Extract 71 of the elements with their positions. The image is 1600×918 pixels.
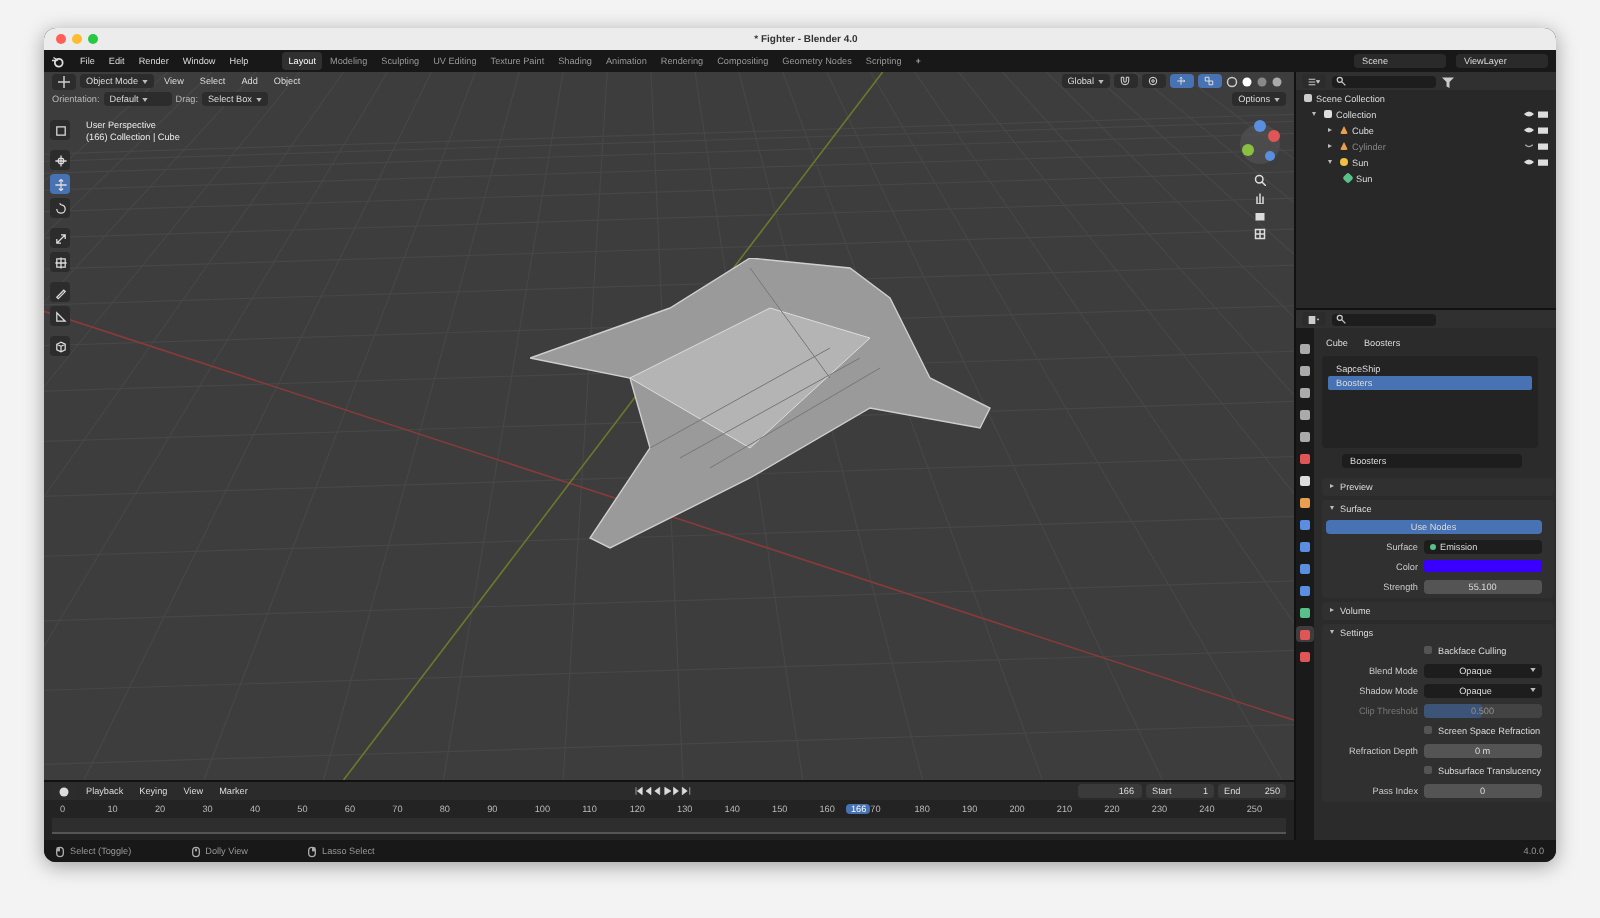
- search-icon: [1336, 314, 1346, 324]
- collection-tab[interactable]: [1296, 472, 1314, 488]
- gizmo-icon: [1176, 76, 1186, 86]
- close-button[interactable]: [56, 34, 66, 44]
- transform-tool-button[interactable]: [50, 252, 70, 272]
- physics-tab[interactable]: [1296, 560, 1314, 576]
- grid-icon[interactable]: [1254, 228, 1266, 240]
- proportional-edit-toggle[interactable]: [1142, 74, 1166, 88]
- hand-icon[interactable]: [1254, 192, 1266, 204]
- display-mode-button[interactable]: [1302, 74, 1326, 88]
- axis-gizmo-icon[interactable]: [1236, 120, 1284, 168]
- measure-tool-button[interactable]: [50, 306, 70, 326]
- data-tab[interactable]: [1296, 604, 1314, 620]
- object-tab[interactable]: [1296, 494, 1314, 510]
- world-tab[interactable]: [1296, 450, 1314, 466]
- mouse-middle-icon: [191, 845, 200, 857]
- proportional-edit-icon: [1148, 76, 1158, 86]
- checkbox[interactable]: [1424, 726, 1432, 734]
- modifiers-tab[interactable]: [1296, 516, 1314, 532]
- mouse-left-icon: [56, 845, 64, 857]
- caret-icon: [1529, 688, 1536, 692]
- color-swatch[interactable]: [1424, 560, 1542, 572]
- render-tab[interactable]: [1296, 362, 1314, 378]
- caret-icon: [255, 97, 262, 101]
- caret-icon: [142, 79, 149, 83]
- closed-eye-icon[interactable]: [1524, 142, 1534, 150]
- constraints-tab[interactable]: [1296, 582, 1314, 598]
- overlay-toggle[interactable]: [1198, 74, 1222, 88]
- particles-tab[interactable]: [1296, 538, 1314, 554]
- mouse-right-icon: [308, 845, 317, 857]
- output-tab[interactable]: [1296, 384, 1314, 400]
- collection-icon: [1324, 110, 1332, 118]
- search-field[interactable]: [1332, 75, 1436, 87]
- eye-icon[interactable]: [1524, 126, 1534, 134]
- expand-arrow-icon[interactable]: [1328, 128, 1332, 132]
- light-icon: [1340, 158, 1348, 166]
- editor-type-button[interactable]: [1302, 312, 1326, 326]
- caret-icon: [1274, 97, 1280, 101]
- add-cube-tool-button[interactable]: [50, 336, 70, 356]
- eye-icon[interactable]: [1524, 158, 1534, 166]
- tool-tab[interactable]: [1296, 340, 1314, 356]
- eye-icon[interactable]: [1524, 110, 1534, 118]
- scale-tool-button[interactable]: [50, 228, 70, 248]
- material-tab[interactable]: [1296, 626, 1314, 642]
- app-logo-icon[interactable]: [52, 55, 64, 67]
- overlay-icon: [1204, 76, 1214, 86]
- caret-icon: [1098, 79, 1104, 83]
- expand-arrow-icon[interactable]: [1312, 112, 1316, 116]
- move-tool-button[interactable]: [50, 174, 70, 194]
- annotate-tool-button[interactable]: [50, 282, 70, 302]
- rotate-tool-button[interactable]: [50, 198, 70, 218]
- texture-tab[interactable]: [1296, 648, 1314, 664]
- search-field[interactable]: [1332, 313, 1436, 325]
- cursor-tool-button[interactable]: [50, 150, 70, 170]
- select-tool-button[interactable]: [50, 120, 70, 140]
- shading-mode-icon[interactable]: [1226, 75, 1286, 87]
- snap-icon: [1120, 76, 1130, 86]
- caret-icon: [142, 97, 149, 101]
- view-layer-tab[interactable]: [1296, 406, 1314, 422]
- light-data-icon: [1342, 172, 1354, 184]
- checkbox[interactable]: [1424, 646, 1432, 654]
- camera-icon[interactable]: [1254, 210, 1266, 222]
- scene-tab[interactable]: [1296, 428, 1314, 444]
- zoom-icon[interactable]: [1254, 174, 1266, 186]
- snap-toggle[interactable]: [1114, 74, 1138, 88]
- expand-arrow-icon[interactable]: [1328, 144, 1332, 148]
- caret-icon: [1529, 668, 1536, 672]
- search-icon: [1336, 76, 1346, 86]
- checkbox[interactable]: [1424, 766, 1432, 774]
- expand-arrow-icon[interactable]: [1328, 160, 1332, 164]
- gizmo-toggle[interactable]: [1170, 74, 1194, 88]
